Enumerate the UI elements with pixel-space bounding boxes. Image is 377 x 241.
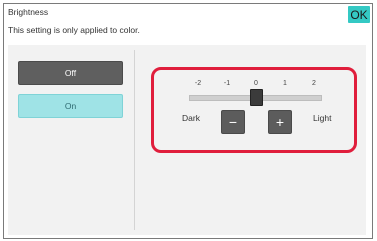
minus-icon[interactable]: −	[221, 110, 245, 134]
tick-label: 1	[283, 80, 287, 87]
tick-label: 0	[254, 80, 258, 87]
divider	[134, 50, 135, 230]
dialog-title: Brightness	[8, 7, 49, 17]
ok-button[interactable]: OK	[348, 6, 370, 23]
light-label: Light	[313, 113, 332, 123]
on-button[interactable]: On	[18, 94, 123, 118]
plus-icon[interactable]: +	[268, 110, 292, 134]
dark-label: Dark	[182, 113, 200, 123]
dialog-subtitle: This setting is only applied to color.	[8, 25, 140, 35]
off-button[interactable]: Off	[18, 61, 123, 85]
tick-label: -2	[194, 80, 202, 87]
brightness-slider-thumb[interactable]	[250, 89, 263, 106]
tick-label: 2	[312, 80, 316, 87]
tick-label: -1	[223, 80, 231, 87]
